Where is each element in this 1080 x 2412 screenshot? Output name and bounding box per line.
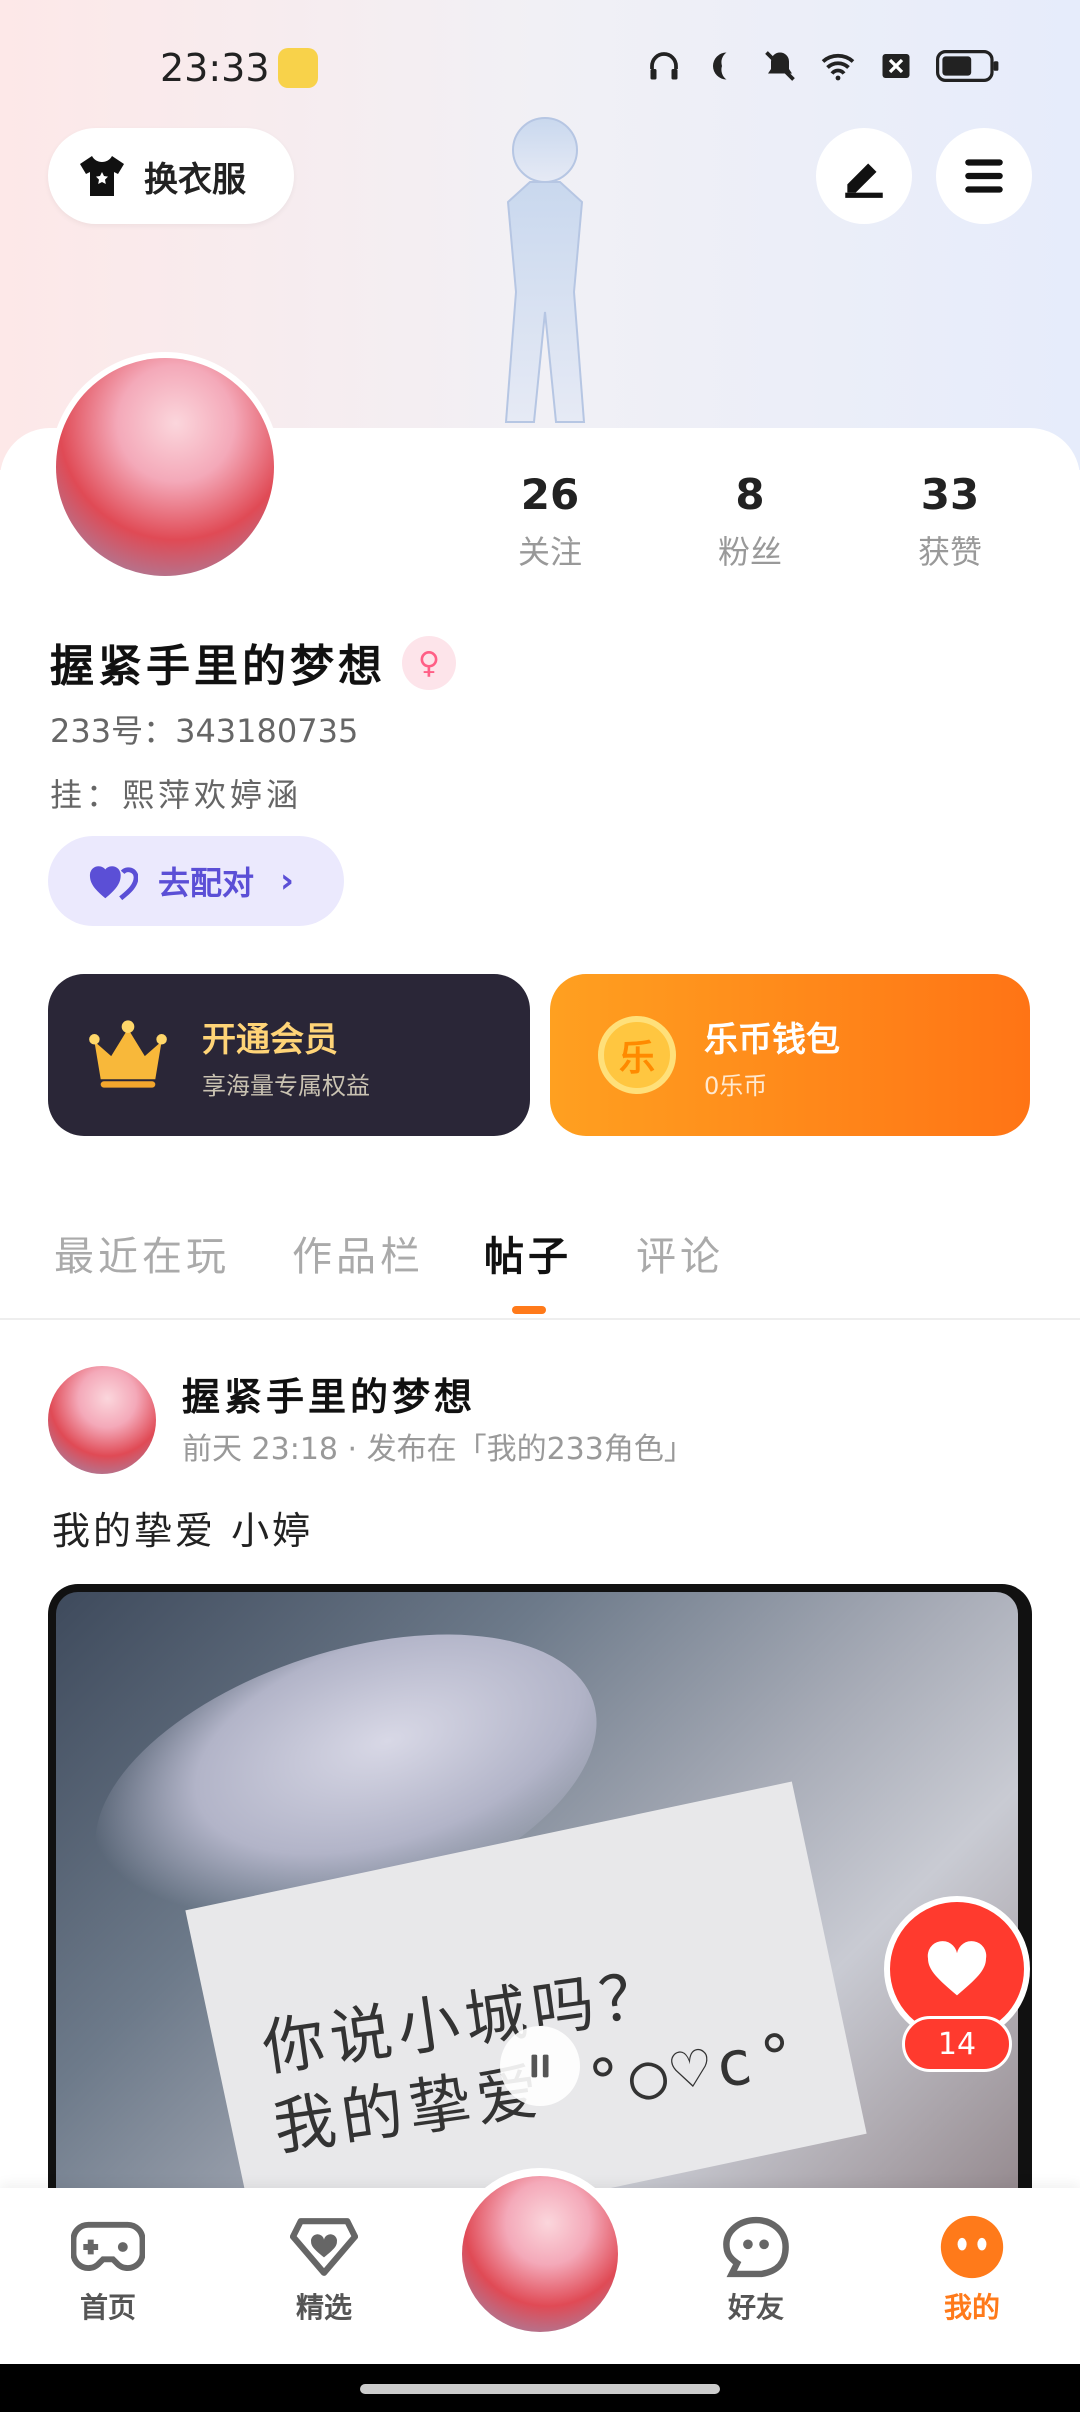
coin-icon: 乐 — [598, 1016, 676, 1094]
pause-icon — [531, 2054, 549, 2078]
profile-stats: 26 关注 8 粉丝 33 获赞 — [470, 470, 1030, 573]
stat-following[interactable]: 26 关注 — [470, 470, 630, 573]
status-icons — [646, 48, 1000, 84]
double-heart-icon — [89, 866, 138, 901]
tab-works[interactable]: 作品栏 — [292, 1224, 424, 1282]
bell-off-icon — [765, 51, 795, 81]
profile-signature: 挂：熙萍欢婷涵 — [50, 776, 303, 814]
tab-posts[interactable]: 帖子 — [484, 1224, 572, 1282]
crown-icon — [89, 1020, 167, 1088]
nav-me[interactable]: 我的 — [912, 2212, 1032, 2326]
menu-icon — [965, 159, 1003, 193]
sim-off-icon — [882, 54, 910, 78]
post-author-name[interactable]: 握紧手里的梦想 — [182, 1366, 476, 1421]
nav-featured[interactable]: 精选 — [264, 2212, 384, 2326]
edit-profile-button[interactable] — [816, 128, 912, 224]
weibo-icon — [278, 48, 318, 88]
stat-likes[interactable]: 33 获赞 — [870, 470, 1030, 573]
pause-button[interactable] — [500, 2026, 580, 2106]
headphones-icon — [650, 52, 678, 80]
nav-featured-label: 精选 — [295, 2291, 352, 2324]
stat-fans-label: 粉丝 — [717, 533, 782, 571]
status-bar: 23:33 — [0, 40, 1080, 100]
stat-likes-value: 33 — [920, 470, 980, 519]
vip-card[interactable]: 开通会员 享海量专属权益 — [48, 974, 530, 1136]
profile-tabs: 最近在玩 作品栏 帖子 评论 — [0, 1210, 1080, 1320]
vip-title: 开通会员 — [202, 1020, 338, 1060]
menu-button[interactable] — [936, 128, 1032, 224]
nav-home-label: 首页 — [79, 2291, 136, 2324]
shirt-icon — [80, 156, 124, 196]
nav-avatar-button[interactable] — [454, 2168, 626, 2340]
battery-icon — [936, 50, 999, 82]
nav-me-label: 我的 — [943, 2291, 1000, 2324]
vip-subtitle: 享海量专属权益 — [202, 1072, 370, 1100]
tab-comments[interactable]: 评论 — [636, 1224, 724, 1282]
nav-friends-label: 好友 — [727, 2291, 784, 2324]
post-author-avatar[interactable] — [48, 1366, 156, 1474]
chevron-right-icon: › — [280, 861, 295, 901]
wallet-card[interactable]: 乐 乐币钱包 0乐币 — [550, 974, 1030, 1136]
status-time: 23:33 — [160, 46, 270, 90]
ghost-icon — [723, 2216, 789, 2278]
wifi-icon — [821, 53, 855, 81]
change-outfit-button[interactable]: 换衣服 — [48, 128, 294, 224]
gamepad-icon — [71, 2221, 145, 2271]
gender-female-icon: ♀ — [402, 636, 456, 690]
stat-fans-value: 8 — [735, 470, 765, 519]
stat-following-value: 26 — [520, 470, 580, 519]
heart-box-icon — [290, 2218, 358, 2276]
smile-icon — [940, 2215, 1004, 2279]
profile-avatar[interactable] — [50, 352, 280, 582]
avatar-image — [56, 358, 274, 576]
nav-home[interactable]: 首页 — [48, 2212, 168, 2326]
post-text: 我的挚爱 小婷 — [52, 1509, 314, 1553]
heart-icon — [927, 1941, 987, 1996]
tab-indicator — [512, 1306, 546, 1314]
profile-id[interactable]: 233号：343180735 — [50, 706, 358, 752]
system-home-bar — [0, 2364, 1080, 2412]
stat-fans[interactable]: 8 粉丝 — [670, 470, 830, 573]
avatar-figure — [504, 117, 586, 423]
wallet-title: 乐币钱包 — [704, 1020, 840, 1060]
tab-recently-played[interactable]: 最近在玩 — [54, 1224, 230, 1282]
wallet-subtitle: 0乐币 — [704, 1072, 768, 1100]
stat-following-label: 关注 — [517, 533, 582, 571]
nav-avatar-image — [462, 2176, 618, 2332]
moon-icon — [712, 52, 727, 80]
stat-likes-label: 获赞 — [917, 533, 982, 571]
nav-friends[interactable]: 好友 — [696, 2212, 816, 2326]
profile-name: 握紧手里的梦想 — [50, 641, 386, 692]
post-meta: 前天 23:18 · 发布在「我的233角色」 — [182, 1432, 694, 1467]
home-indicator[interactable] — [360, 2384, 720, 2394]
match-button[interactable]: 去配对 › — [48, 836, 344, 926]
change-outfit-label: 换衣服 — [144, 159, 246, 200]
match-label: 去配对 — [158, 864, 255, 902]
like-count: 14 — [902, 2016, 1012, 2072]
pen-icon — [845, 163, 883, 198]
